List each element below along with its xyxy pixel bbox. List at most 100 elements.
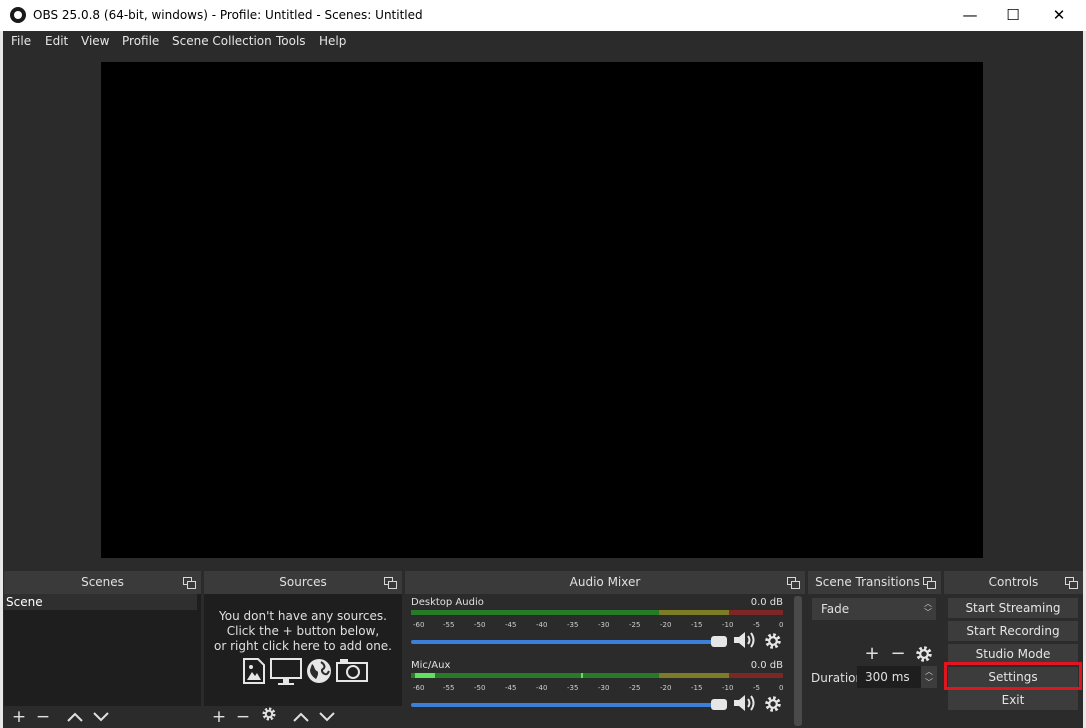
volume-slider[interactable] [411, 640, 721, 644]
start-streaming-button[interactable]: Start Streaming [948, 598, 1078, 618]
menu-help[interactable]: Help [319, 34, 346, 48]
menu-bar: File Edit View Profile Scene Collection … [3, 31, 1083, 53]
scenes-title-text: Scenes [81, 575, 124, 589]
sources-title-text: Sources [279, 575, 327, 589]
add-transition-button[interactable]: + [861, 643, 883, 665]
transition-select[interactable]: Fade ︿ ﹀ [812, 598, 936, 620]
controls-dock: Controls Start Streaming Start Recording… [944, 571, 1083, 728]
minimize-button[interactable]: — [947, 0, 993, 31]
undock-icon[interactable] [787, 577, 800, 589]
scenes-list[interactable]: Scene + − [4, 594, 201, 728]
scenes-dock-title: Scenes [4, 571, 201, 594]
menu-view[interactable]: View [81, 34, 109, 48]
image-icon [243, 658, 265, 684]
menu-tools[interactable]: Tools [276, 34, 306, 48]
empty-line-1: You don't have any sources. [219, 609, 387, 623]
tick-label: -40 [536, 621, 548, 629]
gear-icon[interactable] [764, 695, 782, 713]
volume-slider-handle[interactable] [711, 636, 727, 647]
menu-scene-collection[interactable]: Scene Collection [172, 34, 272, 48]
transition-selected-value: Fade [821, 602, 850, 616]
menu-profile[interactable]: Profile [122, 34, 159, 48]
tick-label: -25 [629, 684, 641, 692]
transition-properties-button[interactable] [913, 643, 935, 665]
tick-label: -50 [474, 684, 486, 692]
transitions-body: Fade ︿ ﹀ + − Duration 300 ms ︿ ﹀ [808, 594, 941, 728]
channel-name: Mic/Aux [411, 660, 451, 671]
menu-edit[interactable]: Edit [45, 34, 68, 48]
maximize-button[interactable]: ☐ [990, 0, 1036, 31]
move-scene-down-button[interactable] [90, 706, 112, 728]
tick-label: -10 [722, 684, 734, 692]
chevron-updown-icon: ︿ ﹀ [921, 599, 935, 619]
obs-logo-icon [10, 7, 26, 23]
volume-slider[interactable] [411, 703, 721, 707]
audio-mixer-dock: Audio Mixer Desktop Audio 0.0 dB -60 -55… [405, 571, 805, 728]
move-scene-up-button[interactable] [64, 706, 86, 728]
source-type-icons [242, 658, 370, 686]
tick-label: -15 [691, 684, 703, 692]
source-properties-button[interactable] [258, 706, 280, 728]
tick-label: -20 [660, 684, 672, 692]
volume-meter [411, 673, 783, 678]
camera-icon [336, 659, 368, 682]
tick-label: 0 [779, 684, 784, 692]
meter-ticks: -60 -55 -50 -45 -40 -35 -30 -25 -20 -15 … [411, 617, 783, 631]
mixer-scrollbar[interactable] [794, 596, 802, 726]
remove-scene-button[interactable]: − [32, 706, 54, 728]
add-scene-button[interactable]: + [8, 706, 30, 728]
gear-icon [916, 646, 932, 662]
move-source-up-button[interactable] [290, 706, 312, 728]
tick-label: -35 [567, 621, 579, 629]
scene-list-item[interactable]: Scene [4, 594, 197, 610]
gear-icon [262, 707, 276, 721]
duration-input[interactable]: 300 ms [857, 666, 929, 688]
speaker-icon[interactable] [733, 694, 759, 712]
preview-canvas[interactable] [101, 62, 983, 558]
tick-label: 0 [779, 621, 784, 629]
move-source-down-button[interactable] [316, 706, 338, 728]
window-titlebar: OBS 25.0.8 (64-bit, windows) - Profile: … [0, 0, 1086, 31]
menu-file[interactable]: File [11, 34, 31, 48]
sources-toolbar: + − [204, 706, 402, 728]
tick-label: -25 [629, 621, 641, 629]
start-recording-button[interactable]: Start Recording [948, 621, 1078, 641]
chevron-down-icon [319, 712, 335, 722]
channel-name: Desktop Audio [411, 597, 484, 608]
globe-icon [307, 659, 331, 683]
remove-source-button[interactable]: − [232, 706, 254, 728]
window-title: OBS 25.0.8 (64-bit, windows) - Profile: … [33, 8, 423, 22]
studio-mode-button[interactable]: Studio Mode [948, 644, 1078, 664]
close-button[interactable]: ✕ [1036, 0, 1082, 31]
tick-label: -45 [505, 684, 517, 692]
settings-highlight-box [944, 662, 1082, 690]
undock-icon[interactable] [923, 577, 936, 589]
chevron-up-icon [293, 712, 309, 722]
volume-slider-handle[interactable] [711, 699, 727, 710]
duration-spinner[interactable]: ︿ ﹀ [921, 666, 937, 688]
undock-icon[interactable] [384, 577, 397, 589]
add-source-button[interactable]: + [208, 706, 230, 728]
channel-level: 0.0 dB [750, 597, 783, 608]
sources-list[interactable]: You don't have any sources. Click the + … [204, 594, 402, 728]
controls-body: Start Streaming Start Recording Studio M… [944, 594, 1083, 728]
undock-icon[interactable] [1065, 577, 1078, 589]
tick-label: -40 [536, 684, 548, 692]
tick-label: -55 [443, 684, 455, 692]
gear-icon[interactable] [764, 632, 782, 650]
undock-icon[interactable] [183, 577, 196, 589]
speaker-icon[interactable] [733, 631, 759, 649]
tick-label: -10 [722, 621, 734, 629]
scenes-dock: Scenes Scene + − [4, 571, 201, 728]
mixer-title-text: Audio Mixer [569, 575, 641, 589]
tick-label: -35 [567, 684, 579, 692]
remove-transition-button[interactable]: − [887, 643, 909, 665]
chevron-up-icon [67, 712, 83, 722]
chevron-down-icon [93, 712, 109, 722]
empty-line-2: Click the + button below, [226, 624, 380, 638]
tick-label: -20 [660, 621, 672, 629]
monitor-icon [270, 658, 302, 685]
exit-button[interactable]: Exit [948, 690, 1078, 710]
transitions-title-text: Scene Transitions [815, 575, 920, 589]
meter-ticks: -60 -55 -50 -45 -40 -35 -30 -25 -20 -15 … [411, 680, 783, 694]
